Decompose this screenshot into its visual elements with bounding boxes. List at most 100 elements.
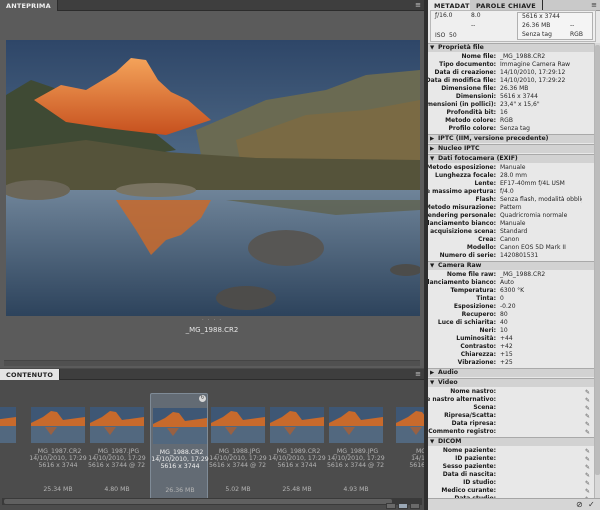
preview-scrollbar[interactable]: [4, 360, 420, 366]
thumbnail-image: [396, 407, 424, 443]
metadata-row[interactable]: Sesso paziente: ✎: [428, 463, 594, 471]
menu-icon[interactable]: ≡: [591, 1, 597, 9]
metadata-row[interactable]: Commento registro: ✎: [428, 428, 594, 436]
section-title: DICOM: [438, 438, 462, 445]
thumbnail-dims: 5616 x 3744: [160, 463, 200, 470]
metadata-key: Commento registro:: [428, 428, 496, 435]
metadata-key: Vibrazione:: [457, 359, 496, 366]
metadata-row[interactable]: Medico curante: ✎: [428, 487, 594, 495]
metadata-row: Bilanciamento bianco: Auto: [428, 279, 594, 287]
view-grid-button[interactable]: [386, 503, 396, 509]
metadata-value: 6300 °K: [500, 287, 525, 294]
section-header-iptc_core[interactable]: ▶ Nucleo IPTC: [428, 144, 594, 153]
content-scroll-thumb[interactable]: [4, 499, 392, 504]
metadata-row[interactable]: Nome nastro alternativo:✎: [428, 396, 594, 404]
metadata-key: Chiarezza:: [460, 351, 496, 358]
view-list-button[interactable]: [410, 503, 420, 509]
metadata-key: Contrasto:: [460, 343, 496, 350]
metadata-row[interactable]: Data di nascita: ✎: [428, 471, 594, 479]
section-title: Camera Raw: [438, 262, 482, 269]
metadata-key: Crea:: [478, 236, 496, 243]
thumbnail-image: [90, 407, 144, 443]
metadata-scroll-thumb[interactable]: [595, 45, 600, 475]
metadata-row[interactable]: ID paziente: ✎: [428, 455, 594, 463]
metadata-row[interactable]: ID studio: ✎: [428, 479, 594, 487]
metadata-key: Bilanciamento bianco:: [428, 279, 496, 286]
metadata-row[interactable]: Data ripresa: ✎: [428, 420, 594, 428]
metadata-key: Ripresa/Scatta:: [444, 412, 496, 419]
preview-panel: ANTEPRIMA ≡ · · · · _MG_1988.CR2: [0, 0, 424, 368]
metadata-key: Data di creazione:: [434, 69, 496, 76]
thumbnail-item[interactable]: _MG_1987.CR2 14/10/2010, 17:29 5616 x 3744…: [29, 393, 87, 505]
metadata-key: Temperatura:: [450, 287, 496, 294]
metadata-row: Metodo colore: RGB: [428, 117, 594, 125]
menu-icon[interactable]: ≡: [415, 370, 421, 378]
metadata-value: f/4.0: [500, 188, 514, 195]
metadata-row: Numero di serie: 1420801531: [428, 252, 594, 260]
rotate-icon[interactable]: ↻: [199, 395, 206, 402]
view-thumb-button[interactable]: [398, 503, 408, 509]
triangle-down-icon: ▼: [430, 45, 435, 51]
metadata-row: Nome file raw: _MG_1988.CR2: [428, 271, 594, 279]
section-header-file[interactable]: ▼ Proprietà file: [428, 43, 594, 52]
metadata-value: +25: [500, 359, 513, 366]
preview-image[interactable]: [6, 40, 420, 316]
metadata-row: Neri: 10: [428, 327, 594, 335]
metadata-value: 23,4" x 15,6": [500, 101, 540, 108]
section-header-iptc_iim[interactable]: ▶ IPTC (IIM, versione precedente): [428, 134, 594, 143]
thumbnail-item[interactable]: _MG_114/10/25616 x 3: [394, 393, 424, 505]
metadata-value: 5616 x 3744: [500, 93, 538, 100]
triangle-right-icon: ▶: [430, 370, 435, 376]
thumbnail-item[interactable]: _MG_1987.JPG 14/10/2010, 17:29 5616 x 3744…: [88, 393, 146, 505]
metadata-value: 80: [500, 311, 508, 318]
metadata-row: Contrasto: +42: [428, 343, 594, 351]
thumbnail-strip: _MG_1987.CR2 14/10/2010, 17:29 5616 x 3744…: [0, 381, 424, 505]
metadata-key: Recupero:: [461, 311, 496, 318]
metadata-key: Tipo di acquisizione scena:: [428, 228, 496, 235]
metadata-value: 14/10/2010, 17:29:12: [500, 69, 566, 76]
thumbnail-image: [153, 408, 207, 444]
apply-icon[interactable]: ✓: [588, 500, 595, 509]
thumbnail-item[interactable]: _MG_1989.JPG 14/10/2010, 17:29 5616 x 3744…: [327, 393, 385, 505]
menu-icon[interactable]: ≡: [415, 1, 421, 9]
metadata-value: +42: [500, 343, 513, 350]
metadata-value: _MG_1988.CR2: [500, 271, 546, 278]
section-header-video[interactable]: ▼ Video: [428, 378, 594, 387]
pencil-icon[interactable]: ✎: [585, 429, 590, 437]
exposure-value: 8.0: [471, 12, 481, 19]
metadata-row[interactable]: Ripresa/Scatta: ✎: [428, 412, 594, 420]
cancel-icon[interactable]: ⊘: [576, 500, 583, 509]
thumbnail-dims: 5616 x 3: [409, 462, 424, 469]
section-title: Nucleo IPTC: [438, 145, 480, 152]
thumbnail-image: [31, 407, 85, 443]
metadata-scrollbar[interactable]: [594, 43, 600, 498]
triangle-down-icon: ▼: [430, 380, 435, 386]
metadata-row: Esposizione: -0.20: [428, 303, 594, 311]
thumbnail-item[interactable]: _MG_1988.JPG 14/10/2010, 17:29 5616 x 3744…: [209, 393, 267, 505]
thumbnail-item[interactable]: _MG_1989.CR2 14/10/2010, 17:29 5616 x 3744…: [268, 393, 326, 505]
section-header-audio[interactable]: ▶ Audio: [428, 368, 594, 377]
metadata-key: Tipo documento:: [439, 61, 496, 68]
metadata-row[interactable]: Nome paziente: ✎: [428, 447, 594, 455]
section-header-dicom[interactable]: ▼ DICOM: [428, 437, 594, 446]
metadata-value: 1420801531: [500, 252, 539, 259]
metadata-key: Neri:: [479, 327, 496, 334]
tab-preview[interactable]: ANTEPRIMA: [0, 0, 58, 11]
thumbnail-image: [211, 407, 265, 443]
metadata-row: Data di creazione: 14/10/2010, 17:29:12: [428, 69, 594, 77]
metadata-row[interactable]: Nome nastro: ✎: [428, 388, 594, 396]
triangle-down-icon: ▼: [430, 156, 435, 162]
section-header-raw[interactable]: ▼ Camera Raw: [428, 261, 594, 270]
section-header-exif[interactable]: ▼ Dati fotocamera (EXIF): [428, 154, 594, 163]
summary-filesize: 26.36 MB: [522, 22, 551, 29]
thumbnail-dims: 5616 x 3744 @ 72 ppi: [327, 462, 385, 469]
thumbnail-item[interactable]: _MG_1988.CR2 14/10/2010, 17:29 5616 x 3744…: [150, 393, 209, 505]
aperture-value: ƒ/16.0: [435, 12, 453, 19]
metadata-value: Canon EOS 5D Mark II: [500, 244, 566, 251]
section-title: IPTC (IIM, versione precedente): [438, 135, 549, 142]
thumbnail-item[interactable]: [0, 393, 18, 505]
tab-content[interactable]: CONTENUTO: [0, 369, 61, 380]
metadata-row: Flash: Senza flash, modalità obbligatoria: [428, 196, 594, 204]
metadata-row[interactable]: Scena: ✎: [428, 404, 594, 412]
view-mode-buttons: [340, 503, 424, 510]
